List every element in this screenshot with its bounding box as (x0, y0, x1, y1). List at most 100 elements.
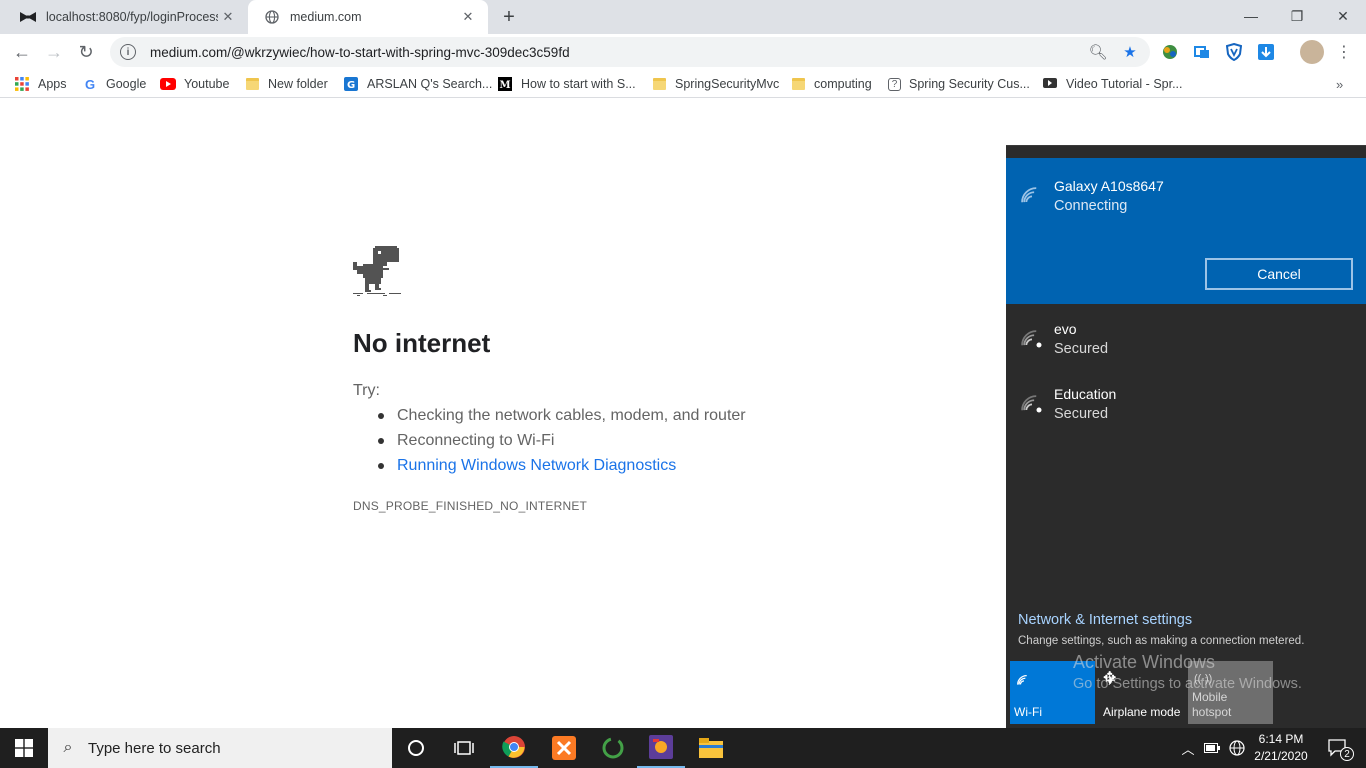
close-tab-icon[interactable]: ✕ (218, 7, 238, 27)
file-explorer-icon[interactable] (687, 728, 735, 768)
search-placeholder: Type here to search (88, 739, 221, 757)
bookmark-label: Youtube (184, 77, 230, 91)
url-text: medium.com/@wkrzywiec/how-to-start-with-… (150, 44, 570, 60)
network-item-education[interactable]: Education Secured (1006, 376, 1366, 436)
tab-localhost[interactable]: localhost:8080/fyp/loginProcess ✕ (4, 0, 248, 34)
bookmark-google[interactable]: G Google (82, 75, 146, 93)
tile-label: Mobile hotspot (1192, 690, 1232, 719)
wifi-secured-icon (1021, 330, 1042, 348)
g-icon: G (343, 76, 359, 92)
ide-taskbar-icon[interactable] (637, 728, 685, 768)
bookmark-label: Google (106, 77, 147, 91)
tab-title: medium.com (290, 10, 362, 24)
bookmark-label: How to start with S... (521, 77, 636, 91)
mouse-cursor-icon: ✥ (1103, 670, 1117, 687)
cancel-button[interactable]: Cancel (1205, 258, 1353, 290)
action-center-button[interactable]: 2 (1320, 728, 1356, 768)
bookmark-spring-security-custom[interactable]: ? Spring Security Cus... (888, 75, 1030, 93)
tab-medium[interactable]: medium.com ✕ (248, 0, 488, 34)
close-window-button[interactable]: ✕ (1320, 0, 1366, 32)
suggestion-item: Reconnecting to Wi-Fi (378, 430, 746, 455)
network-settings-link[interactable]: Network & Internet settings (1018, 612, 1192, 628)
error-code: DNS_PROBE_FINISHED_NO_INTERNET (353, 499, 588, 513)
start-button[interactable] (0, 728, 48, 768)
xampp-icon[interactable] (540, 728, 588, 768)
new-tab-button[interactable]: + (496, 5, 522, 29)
system-clock[interactable]: 6:14 PM 2/21/2020 (1250, 731, 1312, 765)
restore-button[interactable]: ❐ (1274, 0, 1320, 32)
reload-button[interactable]: ↻ (73, 39, 99, 65)
bookmark-arslan-search[interactable]: G ARSLAN Q's Search... (343, 75, 492, 93)
bookmarks-bar: Apps G Google Youtube New folder G ARSLA… (0, 70, 1366, 98)
taskbar-search-box[interactable]: ⌕ Type here to search (48, 728, 392, 768)
menu-kebab-icon[interactable]: ⋮ (1334, 42, 1354, 62)
address-bar[interactable]: i medium.com/@wkrzywiec/how-to-start-wit… (110, 37, 1150, 67)
apps-grid-icon (14, 76, 30, 92)
suggestion-list: Checking the network cables, modem, and … (378, 405, 746, 480)
download-icon[interactable] (1256, 42, 1276, 62)
chrome-taskbar-icon[interactable] (490, 728, 538, 768)
network-diagnostics-link[interactable]: Running Windows Network Diagnostics (378, 455, 746, 480)
refresh-app-icon[interactable] (589, 728, 637, 768)
tab-title: localhost:8080/fyp/loginProcess (46, 10, 218, 24)
bookmark-computing[interactable]: computing (790, 75, 872, 93)
windows-logo-icon (15, 739, 33, 757)
google-icon: G (84, 76, 96, 92)
task-view-icon[interactable] (440, 728, 488, 768)
youtube-icon (160, 76, 176, 92)
tile-label: Wi-Fi (1014, 705, 1042, 719)
battery-icon[interactable] (1202, 728, 1222, 768)
close-tab-icon[interactable]: ✕ (458, 7, 478, 27)
bookmark-video-tutorial[interactable]: Video Tutorial - Spr... (1042, 75, 1183, 93)
shield-icon[interactable] (1224, 42, 1244, 62)
clock-time: 6:14 PM (1258, 732, 1304, 746)
bookmark-new-folder[interactable]: New folder (244, 75, 328, 93)
network-flyout: Galaxy A10s8647 Connecting Cancel evo Se… (1006, 145, 1366, 728)
connecting-network-panel[interactable]: Galaxy A10s8647 Connecting Cancel (1006, 158, 1366, 304)
bowtie-icon (20, 9, 36, 25)
network-status: Connecting (1054, 198, 1128, 214)
tile-label: Airplane mode (1103, 705, 1181, 719)
network-status: Secured (1054, 341, 1109, 357)
clock-date: 2/21/2020 (1254, 749, 1308, 763)
svg-text:M: M (500, 80, 511, 91)
network-globe-icon[interactable] (1226, 728, 1248, 768)
more-bookmarks-chevron-icon[interactable]: » (1336, 75, 1343, 93)
activate-windows-watermark: Activate Windows (1073, 652, 1216, 672)
network-settings-description: Change settings, such as making a connec… (1018, 635, 1305, 647)
wifi-signal-icon (1021, 187, 1037, 203)
bookmark-how-to-start[interactable]: M How to start with S... (497, 75, 636, 93)
network-item-evo[interactable]: evo Secured (1006, 311, 1366, 371)
bookmark-label: Video Tutorial - Spr... (1066, 77, 1183, 91)
try-label: Try: (353, 382, 380, 399)
forward-button[interactable]: → (41, 39, 67, 65)
wifi-secured-icon (1021, 395, 1042, 413)
extension-globe-icon[interactable] (1160, 42, 1180, 62)
globe-icon (264, 9, 280, 25)
video-icon (1042, 76, 1058, 92)
bookmark-star-icon[interactable]: ★ (1121, 43, 1139, 61)
tray-chevron-up-icon[interactable]: ︿ (1178, 728, 1198, 768)
back-button[interactable]: ← (9, 39, 35, 65)
profile-avatar[interactable] (1300, 40, 1324, 64)
bookmark-youtube[interactable]: Youtube (160, 75, 229, 93)
dino-icon[interactable] (353, 244, 401, 301)
info-icon[interactable]: i (120, 44, 136, 60)
cortana-icon[interactable] (392, 728, 440, 768)
network-name: evo (1054, 321, 1077, 337)
extension-screen-icon[interactable] (1192, 42, 1212, 62)
bookmark-label: ARSLAN Q's Search... (367, 77, 493, 91)
browser-toolbar: ← → ↻ i medium.com/@wkrzywiec/how-to-sta… (0, 34, 1366, 70)
network-item-connecting[interactable]: Galaxy A10s8647 Connecting (1006, 168, 1366, 228)
bookmark-label: Apps (38, 77, 67, 91)
suggestion-item: Checking the network cables, modem, and … (378, 405, 746, 430)
bookmark-apps[interactable]: Apps (14, 75, 67, 93)
folder-icon (651, 76, 667, 92)
search-icon: ⌕ (63, 739, 73, 756)
minimize-button[interactable]: — (1228, 0, 1274, 32)
bookmark-label: New folder (268, 77, 328, 91)
bookmark-springsecuritymvc[interactable]: SpringSecurityMvc (651, 75, 779, 93)
zoom-icon[interactable]: 🔍︎ (1088, 43, 1107, 61)
bookmark-label: SpringSecurityMvc (675, 77, 780, 91)
medium-icon: M (497, 76, 513, 92)
